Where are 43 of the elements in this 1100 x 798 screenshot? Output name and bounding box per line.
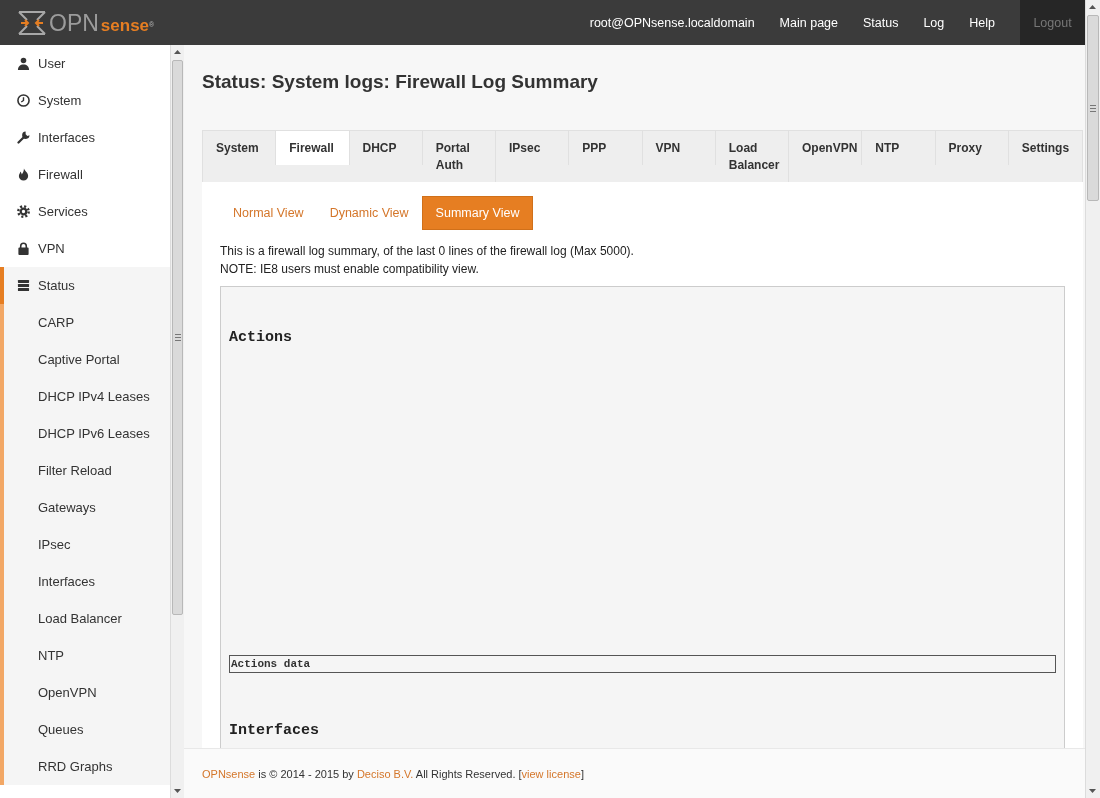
nav-link[interactable]: Status xyxy=(863,15,899,30)
sidebar-subitem[interactable]: DHCP IPv4 Leases xyxy=(0,378,170,415)
nav-link[interactable]: root@OPNsense.localdomain xyxy=(589,15,755,30)
sidebar-subitem[interactable]: Queues xyxy=(0,711,170,748)
sidebar-subitem[interactable]: OpenVPN xyxy=(0,674,170,711)
sidebar-subitem[interactable]: DHCP IPv6 Leases xyxy=(0,415,170,452)
flame-icon xyxy=(17,168,30,181)
sidebar-subitem[interactable]: CARP xyxy=(0,304,170,341)
scrollbar-thumb[interactable] xyxy=(172,60,183,615)
lock-icon xyxy=(17,242,30,255)
sidebar-subitem[interactable]: Captive Portal xyxy=(0,341,170,378)
sidebar-subitem[interactable]: IPsec xyxy=(0,526,170,563)
sidebar-subitem[interactable]: Load Balancer xyxy=(0,600,170,637)
nav-link[interactable]: Log xyxy=(923,15,945,30)
sidebar-item[interactable]: Status xyxy=(0,267,170,304)
sidebar-subitem[interactable]: RRD Graphs xyxy=(0,748,170,785)
sidebar-subitem[interactable]: Gateways xyxy=(0,489,170,526)
nav-link[interactable]: Main page xyxy=(779,15,838,30)
nav-link[interactable]: Help xyxy=(969,15,995,30)
scroll-up-icon[interactable] xyxy=(1089,5,1096,9)
scroll-down-icon[interactable] xyxy=(1089,789,1096,793)
scroll-down-icon[interactable] xyxy=(174,789,181,793)
scrollbar-thumb[interactable] xyxy=(1087,15,1099,201)
wrench-icon xyxy=(17,131,30,144)
intro-text: This is a firewall log summary, of the last 0 lines of the firewall log (Max 5000). xyxy=(220,243,635,260)
sidebar-subitem[interactable]: NTP xyxy=(0,637,170,674)
user-icon xyxy=(17,57,30,70)
section-heading: Actions xyxy=(229,328,293,348)
stacked-bars-icon xyxy=(17,279,30,292)
intro-text: NOTE: IE8 users must enable compatibility view. xyxy=(220,261,480,278)
tab[interactable]: Firewall xyxy=(276,131,350,165)
page-title: Status: System logs: Firewall Log Summary xyxy=(202,70,599,94)
copyright-notice: OPNsense is © 2014 - 2015 by Deciso B.V. All Rights Reserved. [view license] xyxy=(202,767,584,780)
gear-icon xyxy=(17,205,30,218)
sidebar-subitem[interactable]: Interfaces xyxy=(0,563,170,600)
scroll-up-icon[interactable] xyxy=(174,50,181,54)
section-heading: Interfaces xyxy=(229,721,320,741)
data-summary-bar: Actions data xyxy=(229,655,1056,673)
logo-icon xyxy=(18,10,46,35)
clock-icon xyxy=(17,94,30,107)
logo-wordmark-start: OPN xyxy=(49,10,99,35)
sidebar-subitem[interactable]: Filter Reload xyxy=(0,452,170,489)
logo-wordmark-end: sense xyxy=(100,15,150,36)
